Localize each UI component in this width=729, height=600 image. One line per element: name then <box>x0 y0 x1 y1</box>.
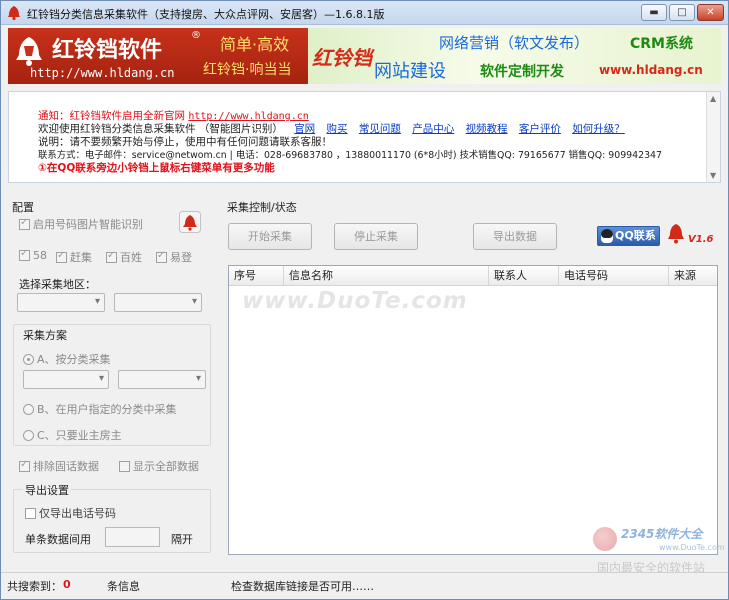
separator-label: 隔开 <box>171 533 193 546</box>
badge-brand: 2345软件大全 <box>621 527 703 541</box>
bell-config-icon[interactable] <box>179 211 201 233</box>
banner-brand-name: 红铃铛软件 <box>52 37 163 63</box>
bell-logo-icon <box>16 37 42 66</box>
found-label: 共搜索到： <box>7 580 62 593</box>
interval-label: 单条数据间用 <box>25 533 91 546</box>
watermark-text: www.DuoTe.com <box>242 288 468 314</box>
notice-scrollbar[interactable]: ▲ ▼ <box>706 92 720 182</box>
banner-url-right: www.hldang.cn <box>599 63 703 77</box>
stop-collect-button[interactable]: 停止采集 <box>334 223 418 250</box>
config-group-label: 配置 <box>12 201 34 214</box>
exclude-landline-checkbox[interactable]: 排除固话数据 <box>19 458 99 474</box>
bell-app-icon <box>8 6 20 21</box>
banner-service-3: 网站建设 <box>374 61 446 82</box>
col-source[interactable]: 来源 <box>669 266 717 286</box>
badge-url: www.DuoTe.com <box>659 543 725 552</box>
city-select[interactable] <box>114 293 202 312</box>
banner-brand-2: 红铃铛 <box>312 46 372 70</box>
export-phone-only-checkbox[interactable]: 仅导出电话号码 <box>25 505 116 521</box>
qq-penguin-icon <box>601 229 613 243</box>
notice-tip-line: ①在QQ联系旁边小铃铛上鼠标右键菜单有更多功能 <box>38 162 275 174</box>
qq-contact-button[interactable]: QQ联系 <box>597 226 660 246</box>
smart-recog-checkbox[interactable]: 启用号码图片智能识别 <box>19 216 143 232</box>
province-select[interactable] <box>17 293 105 312</box>
link-faq[interactable]: 常见问题 <box>359 123 401 135</box>
source-ganji-checkbox[interactable]: 赶集 <box>56 249 92 265</box>
ad-banner[interactable]: 红铃铛软件 ® 简单·高效 红铃铛·响当当 http://www.hldang.… <box>8 28 721 84</box>
banner-service-1: 网络营销（软文发布） <box>439 34 590 52</box>
notice-panel: 通知：红铃铛软件启用全新官网 http://www.hldang.cn 欢迎使用… <box>8 91 721 183</box>
plan-b-radio[interactable]: B、在用户指定的分类中采集 <box>23 401 177 417</box>
control-panel: 采集控制/状态 开始采集 停止采集 导出数据 QQ联系 V1.6 序号 信息名称… <box>223 194 723 564</box>
col-contact[interactable]: 联系人 <box>489 266 559 286</box>
minimize-button[interactable]: ▬ <box>641 4 667 21</box>
export-data-button[interactable]: 导出数据 <box>473 223 557 250</box>
col-phone[interactable]: 电话号码 <box>559 266 669 286</box>
banner-services-block: 红铃铛 网络营销（软文发布） CRM系统 网站建设 软件定制开发 www.hld… <box>308 28 721 84</box>
maximize-button[interactable]: □ <box>669 4 695 21</box>
banner-slogan-2: 红铃铛·响当当 <box>203 62 292 78</box>
show-all-checkbox[interactable]: 显示全部数据 <box>119 458 199 474</box>
scroll-up-arrow-icon[interactable]: ▲ <box>710 94 716 103</box>
banner-slogan-1: 简单·高效 <box>220 35 290 54</box>
banner-service-4: 软件定制开发 <box>480 64 564 80</box>
start-collect-button[interactable]: 开始采集 <box>228 223 312 250</box>
link-products[interactable]: 产品中心 <box>412 123 454 135</box>
region-label: 选择采集地区： <box>19 278 96 291</box>
title-bar[interactable]: 红铃铛分类信息采集软件（支持搜房、大众点评网、安居客）—1.6.8.1版 ▬ □… <box>1 1 728 25</box>
source-baixing-checkbox[interactable]: 百姓 <box>106 249 142 265</box>
notice-contact-line: 联系方式：电子邮件：service@netwom.cn | 电话：028-696… <box>38 150 662 161</box>
category-select-2[interactable] <box>118 370 206 389</box>
category-select-1[interactable] <box>23 370 109 389</box>
col-index[interactable]: 序号 <box>229 266 284 286</box>
link-how-to-upgrade[interactable]: 如何升级？ <box>572 123 625 135</box>
found-count: 0 <box>63 578 71 591</box>
export-group-label: 导出设置 <box>23 482 71 498</box>
bell-menu-icon[interactable] <box>667 222 685 244</box>
plan-c-radio[interactable]: C、只要业主房主 <box>23 427 122 443</box>
control-group-label: 采集控制/状态 <box>227 201 297 214</box>
config-panel: 配置 启用号码图片智能识别 58 赶集 百姓 易登 选择采集地区： 采集方案 A… <box>8 194 218 564</box>
table-header: 序号 信息名称 联系人 电话号码 来源 <box>229 266 717 286</box>
scroll-down-arrow-icon[interactable]: ▼ <box>710 171 716 180</box>
close-button[interactable]: ✕ <box>697 4 724 21</box>
found-unit: 条信息 <box>107 580 140 593</box>
source-yideng-checkbox[interactable]: 易登 <box>156 249 192 265</box>
banner-service-2: CRM系统 <box>630 36 693 52</box>
link-video-tutorial[interactable]: 视频教程 <box>466 123 508 135</box>
window-title: 红铃铛分类信息采集软件（支持搜房、大众点评网、安居客）—1.6.8.1版 <box>27 8 385 21</box>
col-title[interactable]: 信息名称 <box>284 266 489 286</box>
source-58-checkbox[interactable]: 58 <box>19 248 47 262</box>
badge-logo-icon <box>593 527 617 551</box>
status-bar: 共搜索到： 0 条信息 检查数据库链接是否可用…… <box>1 572 728 599</box>
plan-group-label: 采集方案 <box>23 329 67 342</box>
banner-registered-mark: ® <box>191 30 201 41</box>
banner-url-left: http://www.hldang.cn <box>30 66 175 80</box>
status-message: 检查数据库链接是否可用…… <box>231 580 374 593</box>
link-reviews[interactable]: 客户评价 <box>519 123 561 135</box>
separator-input[interactable] <box>105 527 160 547</box>
plan-a-radio[interactable]: A、按分类采集 <box>23 351 111 367</box>
banner-brand-block: 红铃铛软件 ® 简单·高效 红铃铛·响当当 http://www.hldang.… <box>8 28 308 84</box>
version-label: V1.6 <box>688 234 714 245</box>
app-window: 红铃铛分类信息采集软件（支持搜房、大众点评网、安居客）—1.6.8.1版 ▬ □… <box>0 0 729 600</box>
corner-badge: 2345软件大全 www.DuoTe.com 国内最安全的软件站 <box>591 521 727 575</box>
